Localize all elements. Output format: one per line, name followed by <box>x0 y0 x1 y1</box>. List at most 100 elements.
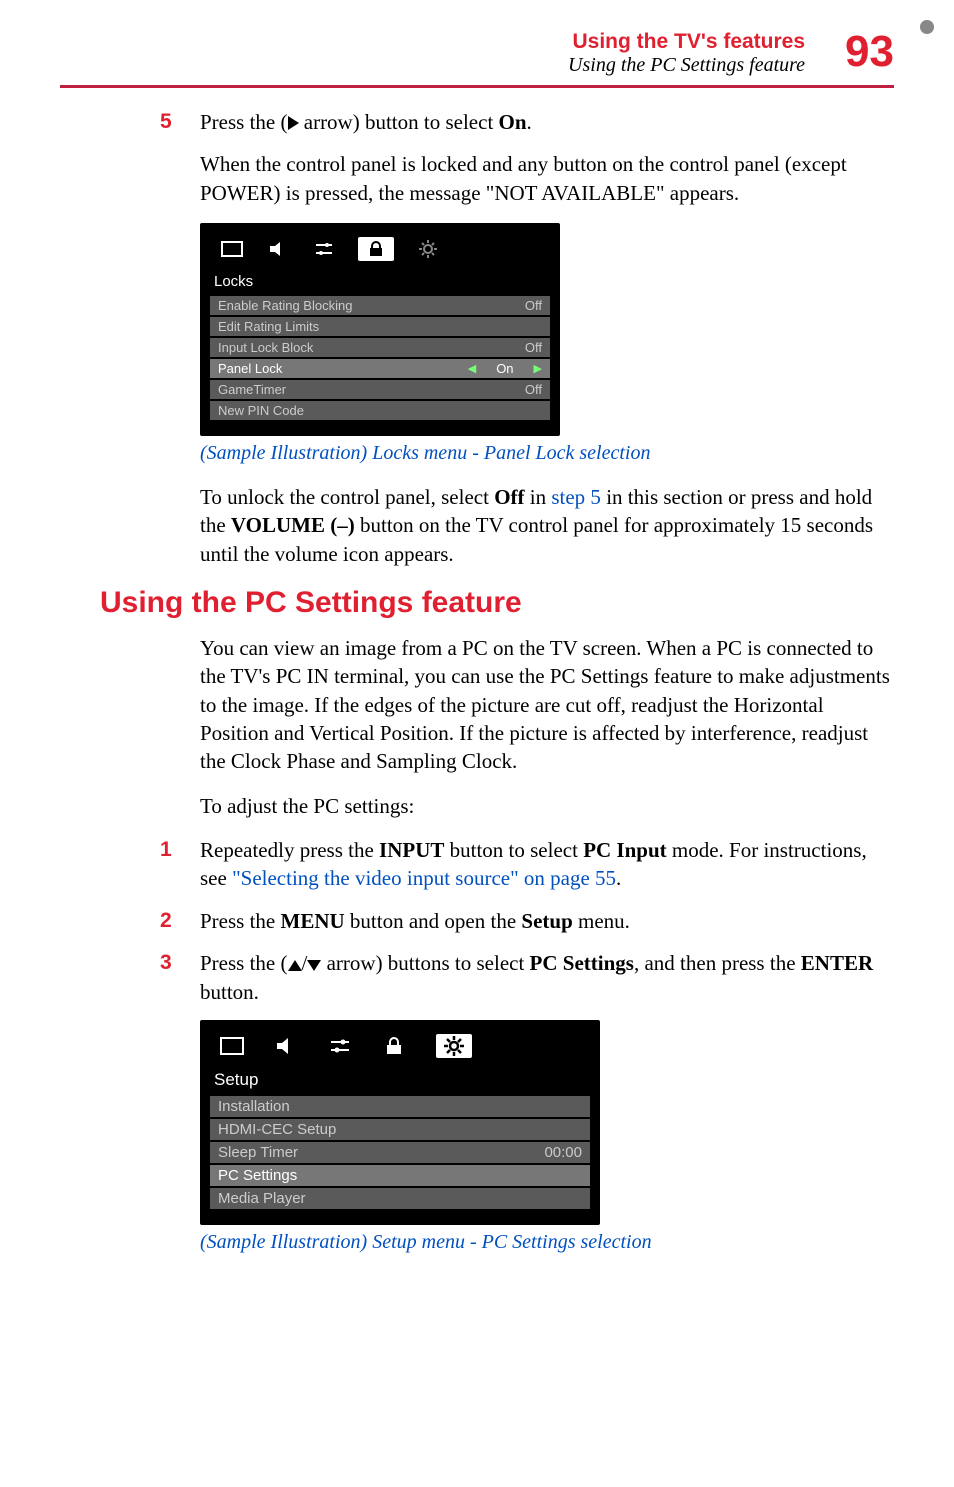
text: . <box>527 110 532 134</box>
up-arrow-icon <box>288 960 302 971</box>
text: Press the ( <box>200 951 288 975</box>
menu-row: Input Lock Block Off <box>210 338 550 357</box>
bold-setup: Setup <box>521 909 572 933</box>
step-number: 3 <box>160 949 200 1006</box>
step-number: 2 <box>160 907 200 935</box>
bold-input: INPUT <box>379 838 444 862</box>
step-body: Press the MENU button and open the Setup… <box>200 907 894 935</box>
chapter-title: Using the TV's features <box>568 30 805 54</box>
row-value: 00:00 <box>544 1144 582 1161</box>
pc-step-2: 2 Press the MENU button and open the Set… <box>160 907 894 935</box>
text: Press the ( <box>200 110 288 134</box>
text: arrow) button to select <box>299 110 499 134</box>
menu-row: Sleep Timer 00:00 <box>210 1142 590 1163</box>
step-5: 5 Press the ( arrow) button to select On… <box>160 108 894 136</box>
right-arrow-icon: ▶ <box>534 362 542 375</box>
text: menu. <box>573 909 630 933</box>
down-arrow-icon <box>307 960 321 971</box>
bold-enter: ENTER <box>801 951 873 975</box>
menu-row: HDMI-CEC Setup <box>210 1119 590 1140</box>
menu-row: Media Player <box>210 1188 590 1209</box>
menu-title: Locks <box>210 271 550 294</box>
lock-tab-icon <box>382 1037 406 1055</box>
row-value: Off <box>525 340 542 355</box>
picture-tab-icon <box>220 1037 244 1055</box>
row-label: HDMI-CEC Setup <box>218 1121 336 1138</box>
lock-tab-icon <box>358 237 394 261</box>
bold-pc-settings: PC Settings <box>530 951 634 975</box>
setup-menu-illustration: Setup Installation HDMI-CEC Setup Sleep … <box>200 1020 600 1225</box>
setup-tab-icon <box>436 1034 472 1058</box>
step-body: Press the ( arrow) button to select On. <box>200 108 894 136</box>
step-number: 5 <box>160 108 200 136</box>
menu-row: New PIN Code <box>210 401 550 420</box>
bold-off: Off <box>494 485 524 509</box>
text: Press the <box>200 909 281 933</box>
right-arrow-icon <box>288 116 299 130</box>
setup-tab-icon <box>416 240 440 258</box>
step-body: Press the (/ arrow) buttons to select PC… <box>200 949 894 1006</box>
menu-row: Edit Rating Limits <box>210 317 550 336</box>
text: button and open the <box>345 909 522 933</box>
step-body: Repeatedly press the INPUT button to sel… <box>200 836 894 893</box>
row-label: Installation <box>218 1098 290 1115</box>
menu-row: Installation <box>210 1096 590 1117</box>
page-header: Using the TV's features Using the PC Set… <box>60 30 894 88</box>
row-label: Edit Rating Limits <box>218 319 319 334</box>
page-container: Using the TV's features Using the PC Set… <box>0 0 954 1312</box>
row-label: Media Player <box>218 1190 306 1207</box>
pc-step-1: 1 Repeatedly press the INPUT button to s… <box>160 836 894 893</box>
row-label: Panel Lock <box>218 361 282 376</box>
illustration-caption: (Sample Illustration) Setup menu - PC Se… <box>200 1231 894 1254</box>
row-label: GameTimer <box>218 382 286 397</box>
row-label: Input Lock Block <box>218 340 313 355</box>
sound-tab-icon <box>266 240 290 258</box>
unlock-paragraph: To unlock the control panel, select Off … <box>200 483 894 568</box>
bold-on: On <box>499 110 527 134</box>
text: button to select <box>444 838 583 862</box>
row-label: New PIN Code <box>218 403 304 418</box>
menu-row: Enable Rating Blocking Off <box>210 296 550 315</box>
text: Repeatedly press the <box>200 838 379 862</box>
corner-decoration <box>920 20 934 34</box>
menu-row-selected: PC Settings <box>210 1165 590 1186</box>
header-text-block: Using the TV's features Using the PC Set… <box>568 30 805 77</box>
locks-menu-illustration: Locks Enable Rating Blocking Off Edit Rat… <box>200 223 560 436</box>
row-label: Sleep Timer <box>218 1144 298 1161</box>
menu-tab-bar <box>210 1030 590 1068</box>
sliders-tab-icon <box>328 1037 352 1055</box>
text: arrow) buttons to select <box>321 951 529 975</box>
text: , and then press the <box>634 951 801 975</box>
section-heading: Using the PC Settings feature <box>100 586 894 620</box>
picture-tab-icon <box>220 240 244 258</box>
row-value: On <box>496 361 513 376</box>
pc-step-3: 3 Press the (/ arrow) buttons to select … <box>160 949 894 1006</box>
text: button. <box>200 980 259 1004</box>
step-number: 1 <box>160 836 200 893</box>
menu-row-selected: Panel Lock ◀ On ▶ <box>210 359 550 378</box>
step5-link[interactable]: step 5 <box>551 485 601 509</box>
row-label: PC Settings <box>218 1167 297 1184</box>
page-number: 93 <box>845 30 894 74</box>
sound-tab-icon <box>274 1037 298 1055</box>
locked-message-paragraph: When the control panel is locked and any… <box>200 150 894 207</box>
video-source-link[interactable]: "Selecting the video input source" on pa… <box>232 866 616 890</box>
bold-pc-input: PC Input <box>583 838 666 862</box>
row-label: Enable Rating Blocking <box>218 298 352 313</box>
section-subtitle: Using the PC Settings feature <box>568 54 805 77</box>
menu-row: GameTimer Off <box>210 380 550 399</box>
text: To unlock the control panel, select <box>200 485 494 509</box>
pc-lead-paragraph: To adjust the PC settings: <box>200 792 894 820</box>
menu-title: Setup <box>210 1068 590 1094</box>
bold-menu: MENU <box>281 909 345 933</box>
row-value: Off <box>525 298 542 313</box>
sliders-tab-icon <box>312 240 336 258</box>
pc-intro-paragraph: You can view an image from a PC on the T… <box>200 634 894 776</box>
text: . <box>616 866 621 890</box>
illustration-caption: (Sample Illustration) Locks menu - Panel… <box>200 442 894 465</box>
left-arrow-icon: ◀ <box>468 362 476 375</box>
menu-tab-bar <box>210 233 550 271</box>
row-value: Off <box>525 382 542 397</box>
text: in <box>525 485 552 509</box>
bold-volume: VOLUME (–) <box>231 513 355 537</box>
